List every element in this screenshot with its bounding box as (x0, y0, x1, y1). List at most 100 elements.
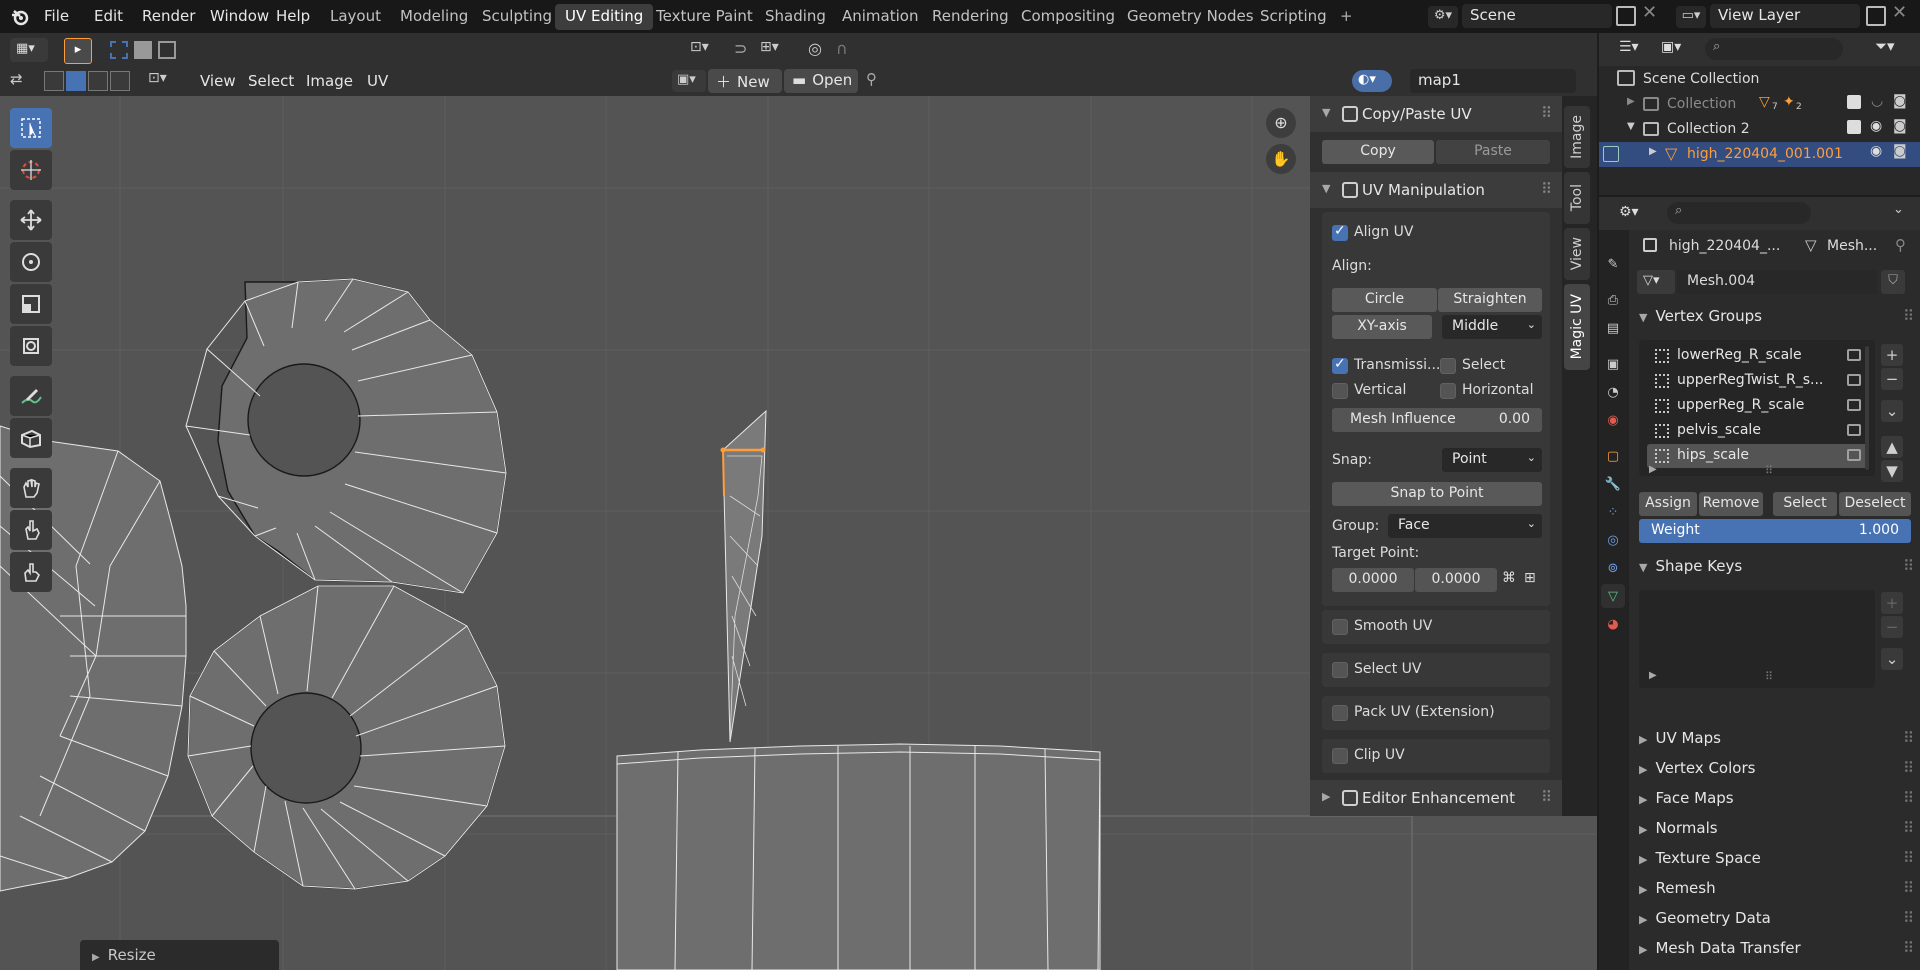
smooth-uv-checkbox[interactable] (1332, 619, 1348, 635)
section-remesh[interactable]: ▶ Remesh ⠿ (1629, 874, 1920, 902)
uv-map-name-field[interactable]: map1 (1410, 69, 1576, 93)
material-tab-icon[interactable]: ◕ (1601, 612, 1625, 636)
pack-uv-checkbox[interactable] (1332, 705, 1348, 721)
properties-options-icon[interactable]: ⌄ (1893, 202, 1904, 217)
island-select-mode-icon[interactable] (110, 71, 130, 91)
vertex-group-item-selected[interactable]: hips_scale (1647, 444, 1869, 468)
object-tab-icon[interactable]: ▢ (1601, 444, 1625, 468)
tab-view[interactable]: View (1564, 228, 1590, 280)
mesh-data-tab-icon[interactable]: ▽ (1601, 584, 1625, 608)
section-face-maps[interactable]: ▶ Face Maps ⠿ (1629, 784, 1920, 812)
scene-selector-icon[interactable]: ⚙▾ (1428, 6, 1458, 28)
grab-tool-icon[interactable] (10, 468, 52, 508)
eye-icon[interactable]: ◉ (1870, 143, 1882, 159)
edit-mode-icon[interactable] (1603, 146, 1619, 162)
tool-tab-icon[interactable]: ✎ (1601, 252, 1625, 276)
eye-icon[interactable]: ◉ (1870, 118, 1882, 134)
select-subtract-mode-icon[interactable] (158, 41, 176, 59)
group-dropdown[interactable]: Face ⌄ (1388, 514, 1542, 538)
menu-select[interactable]: Select (248, 72, 294, 90)
transform-tool-icon[interactable] (10, 326, 52, 366)
shape-key-list[interactable]: ▶ ⠿ (1639, 590, 1875, 688)
expand-arrow-icon[interactable]: ▶ (1627, 96, 1635, 107)
falloff-curve-icon[interactable]: ∩ (836, 39, 870, 61)
clip-uv-checkbox[interactable] (1332, 748, 1348, 764)
pin-icon[interactable]: ⚲ (866, 70, 877, 88)
drag-handle-icon[interactable]: ⠿ (1903, 849, 1914, 867)
mesh-influence-field[interactable]: Mesh Influence 0.00 (1332, 408, 1542, 432)
section-geometry-data[interactable]: ▶ Geometry Data ⠿ (1629, 904, 1920, 932)
drag-handle-icon[interactable]: ⠿ (1903, 759, 1914, 777)
constraints-tab-icon[interactable]: ⊚ (1601, 556, 1625, 580)
relax-tool-icon[interactable] (10, 510, 52, 550)
lock-icon[interactable] (1847, 349, 1861, 361)
blender-logo-icon[interactable] (10, 7, 30, 27)
tab-uv-editing[interactable]: UV Editing (555, 4, 654, 30)
outliner-collection-2[interactable]: ▼ Collection 2 ◉ ◙ (1597, 117, 1920, 142)
transmission-checkbox[interactable] (1332, 356, 1348, 374)
drag-handle-icon[interactable]: ⠿ (1903, 819, 1914, 837)
vertex-group-item[interactable]: pelvis_scale (1647, 419, 1869, 443)
drag-handle-icon[interactable]: ⠿ (1903, 789, 1914, 807)
collapse-arrow-icon[interactable]: ▼ (1627, 121, 1635, 132)
tab-rendering[interactable]: Rendering (922, 4, 1019, 30)
drag-handle-icon[interactable]: ⠿ (1541, 788, 1552, 806)
uv-island-strip[interactable] (616, 743, 1101, 970)
exclude-checkbox-icon[interactable] (1847, 120, 1861, 134)
vertex-group-specials-button[interactable]: ⌄ (1881, 400, 1903, 422)
pivot-point-icon[interactable]: ⊡▾ (690, 39, 724, 61)
render-tab-icon[interactable]: ⎙ (1601, 288, 1625, 312)
drag-handle-icon[interactable]: ⠿ (1903, 939, 1914, 957)
filter-icon[interactable]: ⏷▾ (1875, 37, 1895, 55)
drag-handle-icon[interactable]: ⠿ (1903, 729, 1914, 747)
list-filter-arrow-icon[interactable]: ▶ (1649, 670, 1657, 681)
tab-tool[interactable]: Tool (1564, 172, 1590, 224)
assign-button[interactable]: Assign (1639, 492, 1697, 516)
outliner-object[interactable]: ▶ ▽ high_220404_001.001 ◉ ◙ (1597, 142, 1920, 167)
particles-tab-icon[interactable]: ⁘ (1601, 500, 1625, 524)
align-location-dropdown[interactable]: Middle ⌄ (1442, 315, 1542, 339)
image-browse-icon[interactable]: ▣▾ (672, 70, 706, 92)
menu-edit[interactable]: Edit (94, 7, 123, 25)
display-mode-icon[interactable]: ▣▾ (1661, 39, 1681, 55)
tab-scripting[interactable]: Scripting (1250, 4, 1337, 30)
paste-uv-button[interactable]: Paste (1436, 140, 1550, 164)
uv-sync-selection-icon[interactable]: ⇄ (10, 70, 32, 92)
lock-icon[interactable] (1847, 399, 1861, 411)
vertex-groups-header[interactable]: ▼ Vertex Groups ⠿ (1629, 302, 1920, 330)
scene-name-field[interactable]: Scene (1462, 4, 1612, 28)
vertex-group-item[interactable]: lowerReg_R_scale (1647, 344, 1869, 368)
area-divider[interactable] (1597, 195, 1920, 197)
annotate-tool-icon[interactable] (10, 376, 52, 416)
tab-shading[interactable]: Shading (755, 4, 836, 30)
list-resize-grip-icon[interactable]: ⠿ (1765, 464, 1773, 477)
camera-icon[interactable]: ◙ (1893, 118, 1907, 134)
deselect-vertices-button[interactable]: Deselect (1839, 492, 1911, 516)
tab-sculpting[interactable]: Sculpting (472, 4, 562, 30)
tab-geometry-nodes[interactable]: Geometry Nodes (1117, 4, 1264, 30)
add-workspace-button[interactable]: + (1330, 4, 1363, 30)
tab-animation[interactable]: Animation (832, 4, 928, 30)
tab-layout[interactable]: Layout (320, 4, 391, 30)
uv-island-ring-top[interactable] (217, 278, 507, 594)
view-layer-icon[interactable]: ▭▾ (1676, 6, 1706, 28)
cursor-tool-icon[interactable] (10, 150, 52, 190)
xy-axis-button[interactable]: XY-axis (1332, 315, 1432, 339)
section-uv-maps[interactable]: ▶ UV Maps ⠿ (1629, 724, 1920, 752)
lock-icon[interactable] (1847, 374, 1861, 386)
lock-icon[interactable] (1847, 449, 1861, 461)
modifier-tab-icon[interactable]: 🔧 (1601, 472, 1625, 496)
vertical-checkbox[interactable] (1332, 383, 1348, 399)
add-vertex-group-button[interactable]: + (1881, 344, 1903, 366)
horizontal-checkbox[interactable] (1440, 383, 1456, 399)
edge-select-mode-icon[interactable] (66, 71, 86, 91)
uv-island-ring-bottom[interactable] (187, 585, 506, 890)
scene-tab-icon[interactable]: ◔ (1601, 380, 1625, 404)
menu-render[interactable]: Render (142, 7, 195, 25)
tab-image[interactable]: Image (1564, 106, 1590, 168)
new-view-layer-icon[interactable] (1866, 6, 1886, 26)
exclude-checkbox-icon[interactable] (1847, 95, 1861, 109)
shape-key-specials-button[interactable]: ⌄ (1881, 648, 1903, 670)
grid-target-icon[interactable]: ⊞ (1524, 570, 1542, 588)
outliner-scene-collection[interactable]: Scene Collection (1597, 67, 1920, 92)
